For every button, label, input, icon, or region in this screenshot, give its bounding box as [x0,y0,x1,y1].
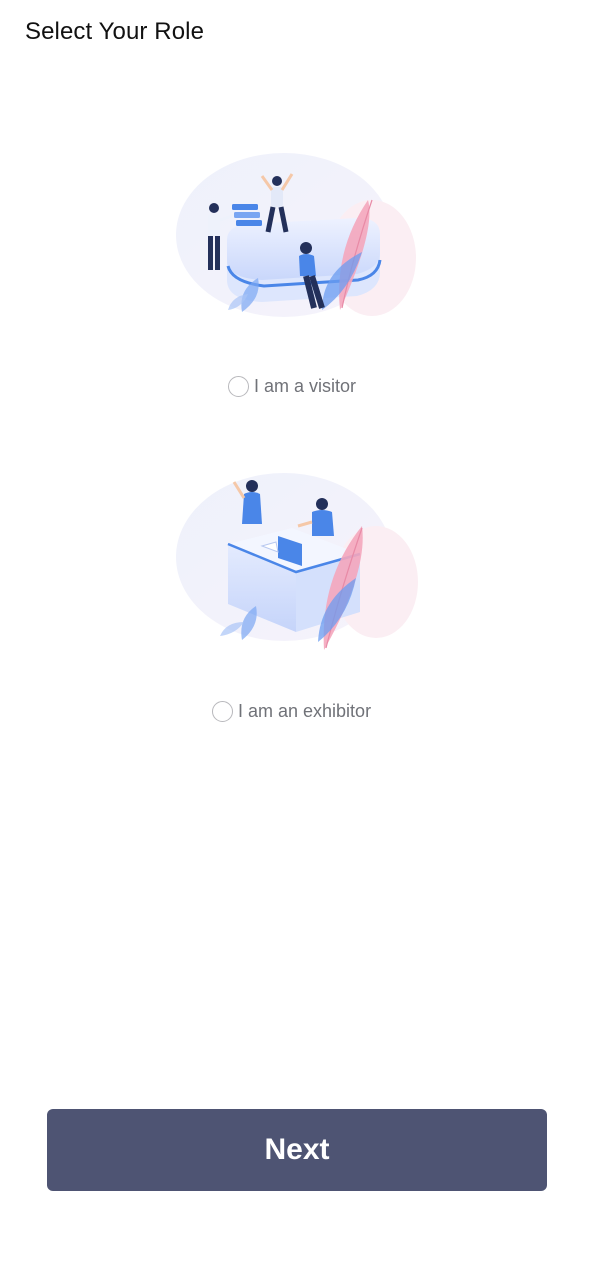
visitor-illustration [176,153,416,317]
next-button[interactable]: Next [47,1109,547,1191]
page-title: Select Your Role [25,18,205,45]
role-selection-screen: Select Your Role I am a visitor I am an … [0,0,594,1280]
role-option-exhibitor[interactable]: I am an exhibitor [212,698,371,724]
exhibitor-radio[interactable] [212,700,233,722]
exhibitor-label: I am an exhibitor [238,700,372,721]
visitor-radio[interactable] [228,375,249,397]
visitor-label: I am a visitor [254,375,357,396]
role-option-visitor[interactable]: I am a visitor [228,373,356,399]
exhibitor-illustration [176,473,418,650]
